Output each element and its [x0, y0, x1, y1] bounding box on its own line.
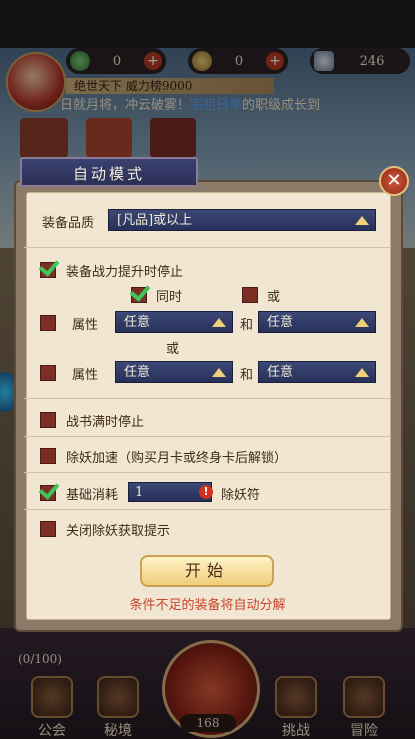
attr-label: 属性	[72, 368, 99, 383]
same-time-checkbox[interactable]	[131, 287, 147, 303]
and-label: 和	[240, 318, 254, 333]
and-label: 和	[240, 368, 254, 383]
attr-value: 任意	[267, 365, 294, 380]
attr-select-2a[interactable]: 任意	[115, 361, 233, 383]
start-button[interactable]: 开始	[140, 555, 274, 587]
divider	[24, 247, 391, 248]
quality-value: [凡品]或以上	[117, 213, 193, 228]
quality-label: 装备品质	[42, 216, 95, 231]
close-tip-checkbox[interactable]	[40, 521, 56, 537]
base-cost-value: 1	[135, 485, 144, 500]
battle-book-checkbox[interactable]	[40, 412, 56, 428]
triangle-up-icon	[355, 368, 369, 377]
triangle-up-icon	[355, 216, 369, 225]
divider	[24, 509, 391, 510]
triangle-up-icon	[212, 318, 226, 327]
attr-value: 任意	[267, 315, 294, 330]
triangle-up-icon	[355, 318, 369, 327]
attr-select-2b[interactable]: 任意	[258, 361, 376, 383]
speed-checkbox[interactable]	[40, 448, 56, 464]
base-cost-label: 基础消耗	[66, 488, 119, 503]
same-time-label: 同时	[156, 290, 183, 305]
attr-select-1a[interactable]: 任意	[115, 311, 233, 333]
attr-value: 任意	[124, 365, 151, 380]
dialog-title: 自动模式	[20, 157, 198, 187]
power-stop-checkbox[interactable]	[40, 262, 56, 278]
quality-select[interactable]: [凡品]或以上	[108, 209, 376, 231]
close-button[interactable]: ✕	[379, 166, 409, 196]
divider	[24, 472, 391, 473]
warning-icon: !	[199, 485, 213, 499]
close-tip-label: 关闭除妖获取提示	[66, 524, 171, 539]
divider	[24, 398, 391, 399]
attr-select-1b[interactable]: 任意	[258, 311, 376, 333]
or-checkbox[interactable]	[242, 287, 258, 303]
power-stop-label: 装备战力提升时停止	[66, 265, 184, 280]
triangle-up-icon	[212, 368, 226, 377]
auto-decompose-hint: 条件不足的装备将自动分解	[129, 598, 286, 613]
or-label: 或	[267, 290, 281, 305]
speed-label: 除妖加速（购买月卡或终身卡后解锁）	[66, 451, 288, 466]
attr-row1-checkbox[interactable]	[40, 315, 56, 331]
attr-value: 任意	[124, 315, 151, 330]
base-cost-checkbox[interactable]	[40, 485, 56, 501]
battle-book-label: 战书满时停止	[66, 415, 145, 430]
or-divider-label: 或	[166, 342, 180, 357]
attr-row2-checkbox[interactable]	[40, 365, 56, 381]
talisman-label: 除妖符	[221, 488, 261, 503]
attr-label: 属性	[72, 318, 99, 333]
divider	[24, 436, 391, 437]
